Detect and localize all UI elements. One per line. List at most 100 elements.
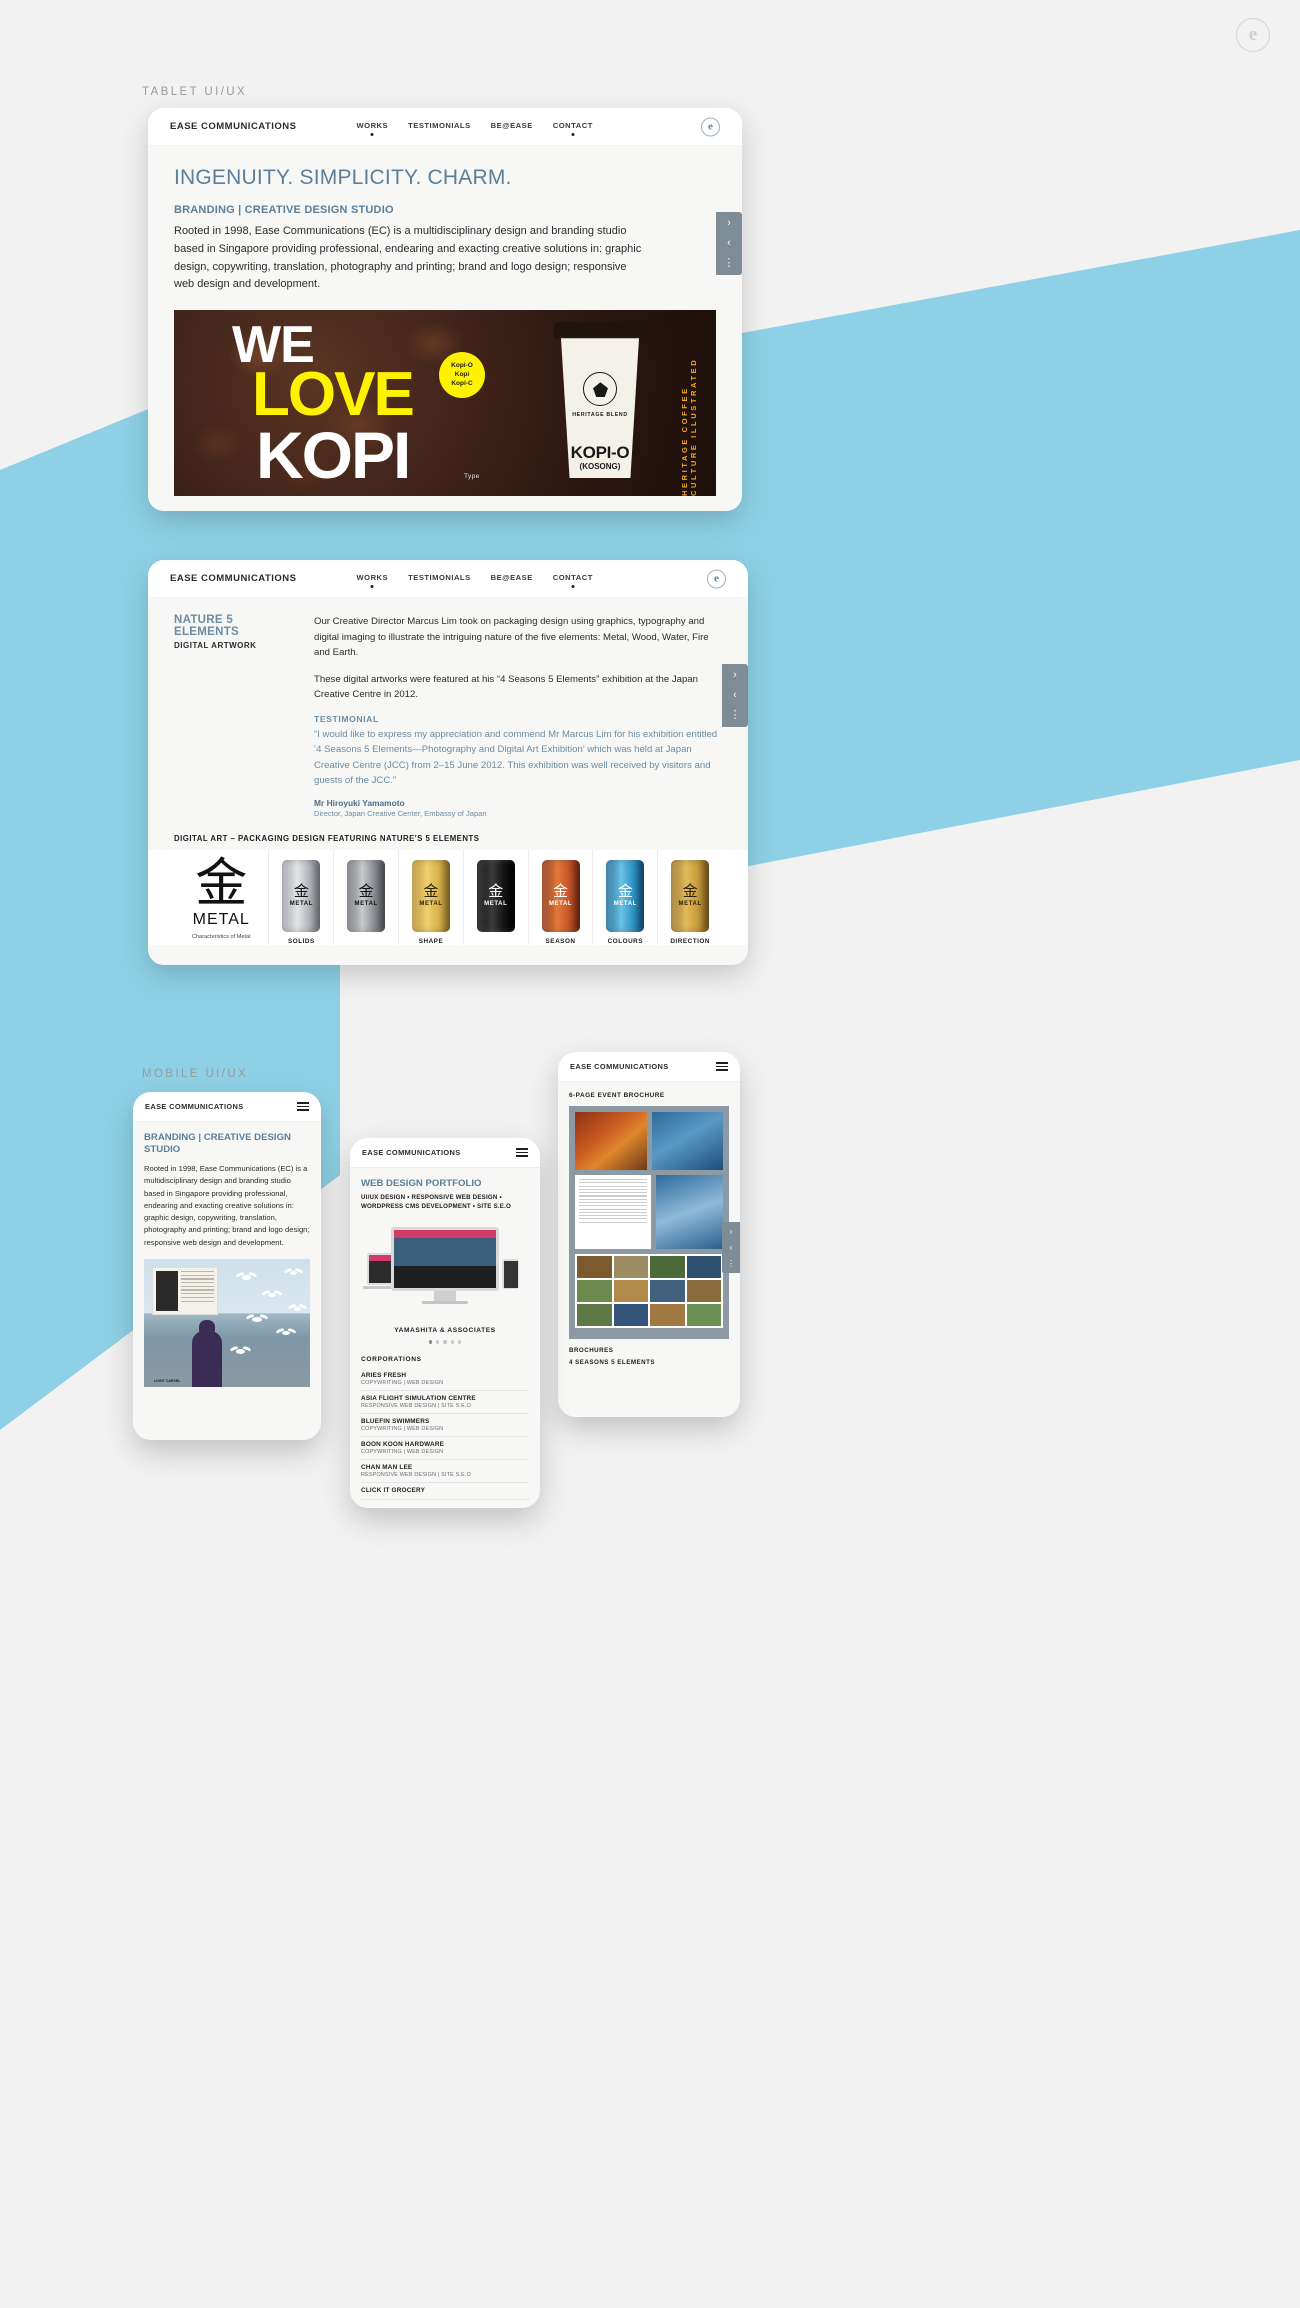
- pager-next-icon[interactable]: ›: [733, 670, 737, 681]
- nav-item-contact[interactable]: CONTACT: [553, 121, 593, 132]
- monitor-illustration: [391, 1227, 499, 1292]
- cup-product-name: KOPI-O: [570, 443, 630, 463]
- phone-center-subheading: UI/UX DESIGN • RESPONSIVE WEB DESIGN • W…: [361, 1193, 512, 1210]
- pager-prev-icon[interactable]: ‹: [730, 1243, 733, 1252]
- carousel-dot-1[interactable]: [429, 1340, 433, 1344]
- list-item[interactable]: BOON KOON HARDWARE COPYWRITING | WEB DES…: [361, 1437, 529, 1460]
- client-services: COPYWRITING | WEB DESIGN: [361, 1379, 444, 1386]
- kopi-variant-0: Kopi-O: [451, 362, 473, 370]
- phone-right-content: 6-PAGE EVENT BROCHURE BROCHURES 4 SEASON…: [558, 1082, 740, 1417]
- brochure-photo-grid: [575, 1254, 723, 1328]
- kopi-variants-badge: Kopi-O Kopi Kopi-C: [439, 352, 485, 399]
- pager-prev-icon[interactable]: ‹: [727, 238, 731, 249]
- can-word: METAL: [548, 901, 573, 908]
- can-kanji-icon: 金: [488, 882, 504, 901]
- hamburger-menu-icon[interactable]: [716, 1061, 728, 1072]
- list-item[interactable]: ASIA FLIGHT SIMULATION CENTRE RESPONSIVE…: [361, 1391, 529, 1414]
- list-item[interactable]: CLICK IT GROCERY: [361, 1483, 529, 1500]
- project-subtitle: DIGITAL ARTWORK: [174, 641, 257, 650]
- nav2-item-contact[interactable]: CONTACT: [553, 573, 593, 584]
- client-name: ARIES FRESH: [361, 1371, 407, 1379]
- can-illustration: 金 METAL: [282, 859, 321, 932]
- kanji-glyph-icon: 金: [195, 853, 248, 914]
- monitor-base: [422, 1301, 468, 1305]
- can-word: METAL: [289, 901, 313, 908]
- gallery-item-poster[interactable]: 金 METAL Characteristics of Metal: [174, 850, 268, 945]
- testimonial-quote: “I would like to express my appreciation…: [314, 728, 718, 787]
- nav2-item-beatease[interactable]: BE@EASE: [491, 573, 533, 584]
- phone-right-pager[interactable]: › ‹ ⋮: [722, 1222, 740, 1273]
- gallery-item-can-4[interactable]: 金 METAL: [462, 849, 528, 945]
- pager-more-icon[interactable]: ⋮: [730, 710, 741, 721]
- bird-icon: [290, 1271, 297, 1276]
- gallery-item-can-6[interactable]: 金 METAL COLOURS: [592, 849, 657, 945]
- nav2-item-works[interactable]: WORKS: [357, 573, 389, 584]
- tablet-two-pager[interactable]: › ‹ ⋮: [722, 664, 748, 727]
- carousel-dot-4[interactable]: [450, 1340, 454, 1344]
- carousel-dot-3[interactable]: [443, 1340, 447, 1344]
- gallery-caption: DIGITAL ART – PACKAGING DESIGN FEATURING…: [174, 833, 480, 843]
- brochure-image-strip: [655, 1175, 723, 1249]
- carousel-dot-2[interactable]: [436, 1340, 440, 1344]
- tablet-one-brand-mark: e: [701, 117, 720, 136]
- can-kanji-icon: 金: [617, 882, 633, 901]
- testimonial-author-name: Mr Hiroyuki Yamamoto: [314, 797, 405, 808]
- gallery-item-can-3[interactable]: 金 METAL SHAPE: [398, 849, 463, 945]
- list-item[interactable]: BLUEFIN SWIMMERS COPYWRITING | WEB DESIG…: [361, 1414, 529, 1437]
- phone-center-navbar: EASE COMMUNICATIONS: [350, 1138, 540, 1168]
- brochure-preview[interactable]: [569, 1106, 729, 1339]
- overlay-stamp-card: [152, 1267, 218, 1316]
- cup-lid: [554, 322, 646, 340]
- nav2-item-testimonials[interactable]: TESTIMONIALS: [408, 573, 471, 584]
- bird-icon: [242, 1275, 251, 1281]
- coffee-cup-illustration: HERITAGE BLEND KOPI-O (KOSONG): [554, 322, 646, 482]
- client-services: RESPONSIVE WEB DESIGN | SITE S.E.O: [361, 1471, 472, 1478]
- bird-icon: [252, 1317, 262, 1323]
- nav-item-testimonials[interactable]: TESTIMONIALS: [408, 121, 471, 132]
- testimonial-label: TESTIMONIAL: [314, 713, 379, 724]
- project-paragraph-2: These digital artworks were featured at …: [314, 673, 698, 701]
- nav-item-works[interactable]: WORKS: [357, 121, 389, 132]
- client-services: COPYWRITING | WEB DESIGN: [361, 1448, 444, 1455]
- project-title: NATURE 5 ELEMENTS: [174, 614, 240, 638]
- kopi-variant-2: Kopi-C: [451, 379, 473, 387]
- brochure-text-block: [575, 1175, 651, 1249]
- pager-next-icon[interactable]: ›: [730, 1227, 733, 1236]
- phone-center-content: WEB DESIGN PORTFOLIO UI/UX DESIGN • RESP…: [350, 1168, 540, 1508]
- tablet-mockup-one: EASE COMMUNICATIONS WORKS TESTIMONIALS B…: [148, 108, 742, 511]
- can-kanji-icon: 金: [358, 882, 374, 901]
- carousel-dots[interactable]: [361, 1340, 529, 1344]
- pager-more-icon[interactable]: ⋮: [727, 1259, 735, 1268]
- can-kanji-icon: 金: [293, 882, 309, 901]
- gallery-item-can-7[interactable]: 金 METAL DIRECTION: [657, 849, 722, 945]
- testimonial-author-role: Director, Japan Creative Center, Embassy…: [314, 808, 487, 818]
- nav-item-beatease[interactable]: BE@EASE: [491, 121, 533, 132]
- gallery-word-metal: METAL: [192, 911, 250, 929]
- tablet-one-pager[interactable]: › ‹ ⋮: [716, 212, 742, 275]
- client-services: COPYWRITING | WEB DESIGN: [361, 1425, 444, 1432]
- brochure-footer-label: BROCHURES: [569, 1347, 614, 1354]
- gallery-item-can-5[interactable]: 金 METAL SEASON: [527, 849, 593, 945]
- cup-body: HERITAGE BLEND KOPI-O (KOSONG): [561, 338, 639, 479]
- brochure-image-autumn: [575, 1112, 647, 1170]
- gallery-label: SEASON: [545, 937, 576, 945]
- bird-icon: [236, 1349, 245, 1355]
- hamburger-menu-icon[interactable]: [516, 1147, 528, 1158]
- hero-coffee-image: WE LOVE KOPI Kopi-O Kopi Kopi-C HERITAGE…: [174, 310, 716, 497]
- phone-left-logo: EASE COMMUNICATIONS: [145, 1102, 244, 1111]
- hero-vertical-strip: HERITAGE COFFEE CULTURE ILLUSTRATED: [680, 357, 698, 497]
- gallery-item-can-1[interactable]: 金 METAL SOLIDS: [268, 849, 333, 945]
- list-item[interactable]: ARIES FRESH COPYWRITING | WEB DESIGN: [361, 1368, 529, 1391]
- pager-more-icon[interactable]: ⋮: [724, 258, 735, 269]
- gallery-item-can-2[interactable]: 金 METAL: [333, 849, 398, 945]
- tablet-mockup-two: EASE COMMUNICATIONS WORKS TESTIMONIALS B…: [148, 560, 748, 965]
- carousel-dot-5[interactable]: [457, 1340, 461, 1344]
- phone-right-navbar: EASE COMMUNICATIONS: [558, 1052, 740, 1082]
- section-label-tablet: TABLET UI/UX: [142, 86, 248, 98]
- tablet-two-menu: WORKS TESTIMONIALS BE@EASE CONTACT: [357, 573, 593, 584]
- pager-next-icon[interactable]: ›: [727, 218, 731, 229]
- hamburger-menu-icon[interactable]: [297, 1101, 309, 1112]
- list-item[interactable]: CHAN MAN LEE RESPONSIVE WEB DESIGN | SIT…: [361, 1460, 529, 1483]
- cup-brand-text: HERITAGE BLEND: [572, 412, 628, 419]
- pager-prev-icon[interactable]: ‹: [733, 690, 737, 701]
